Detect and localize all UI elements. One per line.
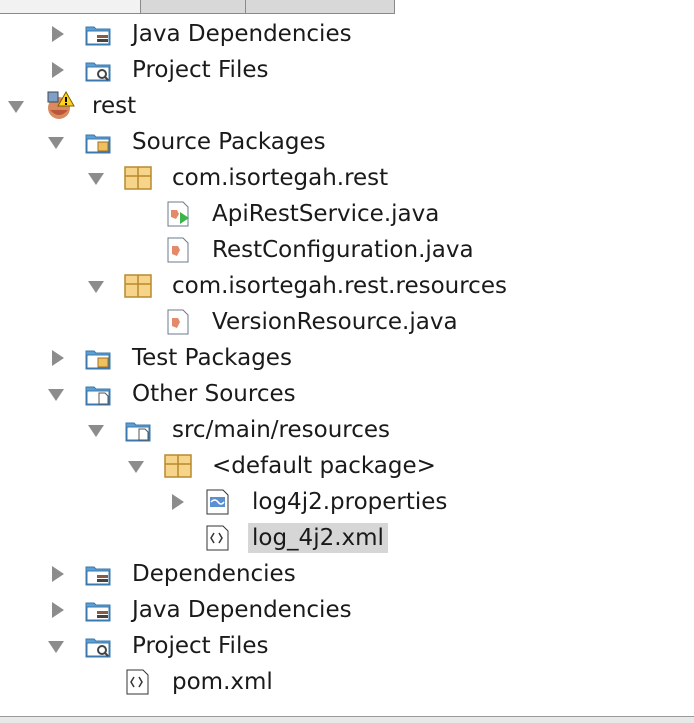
tab-services[interactable] (245, 0, 395, 14)
tree-item-label[interactable]: com.isortegah.rest (172, 163, 388, 193)
tree-item-label[interactable]: ApiRestService.java (212, 199, 439, 229)
tree-item-label[interactable]: RestConfiguration.java (212, 235, 474, 265)
resources-folder-icon (124, 416, 152, 444)
tree-item-label[interactable]: log4j2.properties (252, 487, 447, 517)
expand-arrow-icon[interactable] (88, 277, 106, 295)
collapse-arrow-icon[interactable] (168, 493, 186, 511)
project-files-folder-icon (84, 632, 112, 660)
java-class-icon (164, 236, 192, 264)
xml-file-icon (124, 668, 152, 696)
project-files-folder-icon (84, 56, 112, 84)
tree-item-label[interactable]: Java Dependencies (132, 595, 352, 625)
tree-item-label[interactable]: Test Packages (132, 343, 292, 373)
expand-arrow-icon[interactable] (48, 133, 66, 151)
collapse-arrow-icon[interactable] (48, 349, 66, 367)
expand-arrow-icon[interactable] (48, 637, 66, 655)
tree-item-label[interactable]: log_4j2.xml (248, 523, 388, 553)
other-sources-folder-icon (84, 380, 112, 408)
tree-item-label[interactable]: Project Files (132, 631, 268, 661)
tree-row[interactable]: src/main/resources (0, 412, 694, 448)
tree-row[interactable]: Source Packages (0, 124, 694, 160)
test-packages-folder-icon (84, 344, 112, 372)
tree-row[interactable]: RestConfiguration.java (0, 232, 694, 268)
tree-item-label[interactable]: VersionResource.java (212, 307, 458, 337)
package-icon (124, 272, 152, 300)
tree-row[interactable]: ApiRestService.java (0, 196, 694, 232)
java-dependencies-folder-icon (84, 596, 112, 624)
tree-row[interactable]: log4j2.properties (0, 484, 694, 520)
collapse-arrow-icon[interactable] (48, 25, 66, 43)
java-dependencies-folder-icon (84, 20, 112, 48)
tree-row[interactable]: com.isortegah.rest (0, 160, 694, 196)
expand-arrow-icon[interactable] (48, 385, 66, 403)
tree-item-label[interactable]: src/main/resources (172, 415, 390, 445)
source-packages-folder-icon (84, 128, 112, 156)
tree-row[interactable]: Java Dependencies (0, 592, 694, 628)
package-icon (124, 164, 152, 192)
tree-row[interactable]: rest (0, 88, 694, 124)
properties-file-icon (204, 488, 232, 516)
tree-item-label[interactable]: rest (92, 91, 136, 121)
tree-row[interactable]: log_4j2.xml (0, 520, 694, 556)
tree-row[interactable]: pom.xml (0, 664, 694, 700)
tree-item-label[interactable]: Project Files (132, 55, 268, 85)
tree-item-label[interactable]: pom.xml (172, 667, 273, 697)
tree-row[interactable]: Java Dependencies (0, 16, 694, 52)
tree-row[interactable]: Project Files (0, 52, 694, 88)
package-icon (164, 452, 192, 480)
java-class-icon (164, 308, 192, 336)
tree-row[interactable]: Other Sources (0, 376, 694, 412)
tree-item-label[interactable]: com.isortegah.rest.resources (172, 271, 507, 301)
tree-item-label[interactable]: Java Dependencies (132, 19, 352, 49)
tab-files[interactable] (140, 0, 247, 14)
tree-row[interactable]: Test Packages (0, 340, 694, 376)
dependencies-folder-icon (84, 560, 112, 588)
project-tree: Java Dependencies Project Files rest Sou… (0, 16, 694, 700)
xml-file-icon (204, 524, 232, 552)
maven-project-warning-icon (44, 89, 76, 121)
tree-row[interactable]: VersionResource.java (0, 304, 694, 340)
window-tab-strip (0, 0, 694, 14)
tree-row[interactable]: <default package> (0, 448, 694, 484)
collapse-arrow-icon[interactable] (48, 565, 66, 583)
expand-arrow-icon[interactable] (128, 457, 146, 475)
expand-arrow-icon[interactable] (88, 169, 106, 187)
tree-row[interactable]: com.isortegah.rest.resources (0, 268, 694, 304)
tree-item-label[interactable]: <default package> (212, 451, 436, 481)
java-main-class-icon (164, 200, 192, 228)
expand-arrow-icon[interactable] (88, 421, 106, 439)
collapse-arrow-icon[interactable] (48, 601, 66, 619)
tree-row[interactable]: Project Files (0, 628, 694, 664)
collapse-arrow-icon[interactable] (48, 61, 66, 79)
tree-item-label[interactable]: Dependencies (132, 559, 296, 589)
expand-arrow-icon[interactable] (8, 97, 26, 115)
tree-row[interactable]: Dependencies (0, 556, 694, 592)
tree-item-label[interactable]: Other Sources (132, 379, 296, 409)
tab-projects[interactable] (0, 0, 142, 14)
tree-item-label[interactable]: Source Packages (132, 127, 326, 157)
